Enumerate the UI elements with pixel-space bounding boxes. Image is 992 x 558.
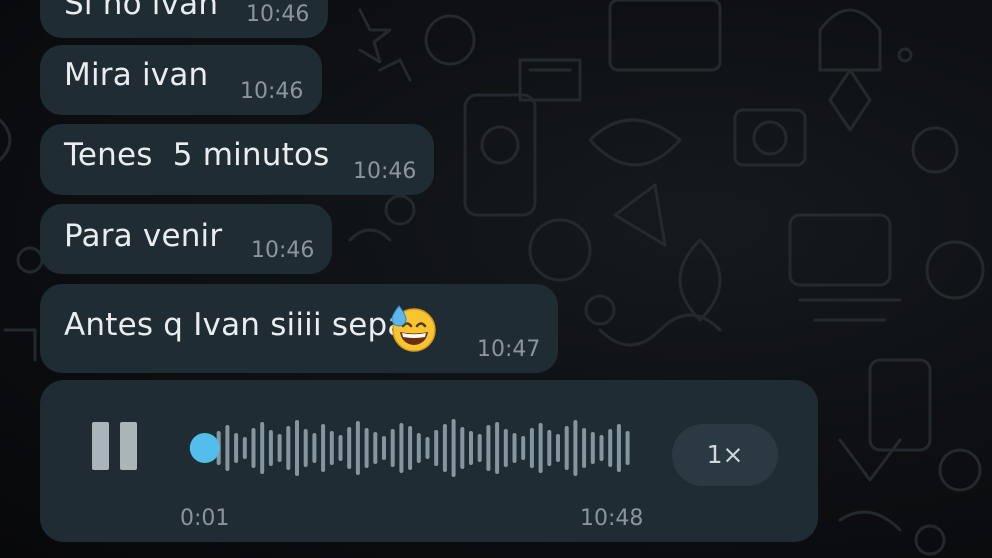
incoming-message-bubble[interactable]: Si no ivan 10:46 [40,0,328,38]
playback-speed-button[interactable]: 1× [672,424,778,486]
waveform-bar [625,431,630,465]
waveform-bar [408,426,413,470]
message-text: Mira ivan [64,57,209,93]
waveform-bar [329,431,334,465]
waveform-bar [364,428,369,468]
waveform-bar [425,437,430,459]
voice-message-bubble[interactable]: 1× 0:01 10:48 [40,380,818,542]
waveform-bar [312,433,317,463]
waveform-bar [416,433,421,463]
waveform-bar [573,420,578,476]
message-timestamp: 10:46 [240,79,304,104]
waveform-bar [495,422,500,474]
waveform-bar [355,421,360,475]
waveform-bar [503,429,508,467]
message-text: Antes q Ivan siiii sepa [64,307,407,343]
waveform-bar [234,433,239,463]
incoming-message-bubble[interactable]: Mira ivan 10:46 [40,45,322,115]
waveform-bar [277,434,282,462]
message-text: Para venir [64,218,223,254]
pause-button[interactable] [92,422,140,474]
waveform-bar [477,434,482,462]
waveform-bar [469,431,473,465]
waveform-bar [442,424,447,472]
waveform-bar [434,430,439,466]
waveform-bar [556,434,560,462]
waveform-bar [582,428,587,468]
message-timestamp: 10:47 [477,337,541,362]
waveform-bar [547,430,552,466]
waveform-bar [512,433,517,463]
waveform-bar [486,425,491,471]
waveform-bar [451,419,456,477]
voice-waveform[interactable] [178,408,638,488]
message-text: Tenes 5 minutos [64,137,330,173]
message-timestamp: 10:46 [251,238,315,263]
waveform-bar [373,432,378,464]
waveform-bar [608,429,613,467]
waveform-bar [286,426,291,470]
waveform-bar [242,437,247,459]
waveform-bar [303,429,308,467]
waveform-bar [564,426,569,470]
waveform-bar [616,424,621,472]
waveform-bar [268,430,273,466]
waveform-bar [521,436,526,460]
waveform-bar [347,427,352,469]
waveform-bar [295,420,299,476]
incoming-message-bubble[interactable]: Para venir 10:46 [40,204,332,274]
waveform-bar [538,423,543,473]
waveform-bar [382,436,386,460]
voice-elapsed-time: 0:01 [180,506,230,531]
playback-progress-handle[interactable] [189,433,220,463]
waveform-bar [529,428,534,468]
message-timestamp: 10:46 [246,2,310,27]
message-timestamp: 10:48 [580,506,644,531]
waveform-bar [399,423,404,473]
waveform-bar [338,435,343,461]
waveform-bar [251,428,256,468]
waveform-bar [590,432,595,464]
grinning-face-with-sweat-icon [391,305,436,352]
message-text: Si no ivan [64,0,219,22]
waveform-bar [225,425,230,471]
incoming-message-bubble[interactable]: Tenes 5 minutos 10:46 [40,124,434,195]
waveform-bar [460,427,465,469]
waveform-bar [260,422,265,474]
waveform-bar [321,424,326,472]
incoming-message-bubble[interactable]: Antes q Ivan siiii sepa 10:47 [40,284,558,373]
message-timestamp: 10:46 [353,159,417,184]
waveform-bar [599,435,604,461]
waveform-bar [390,429,395,467]
